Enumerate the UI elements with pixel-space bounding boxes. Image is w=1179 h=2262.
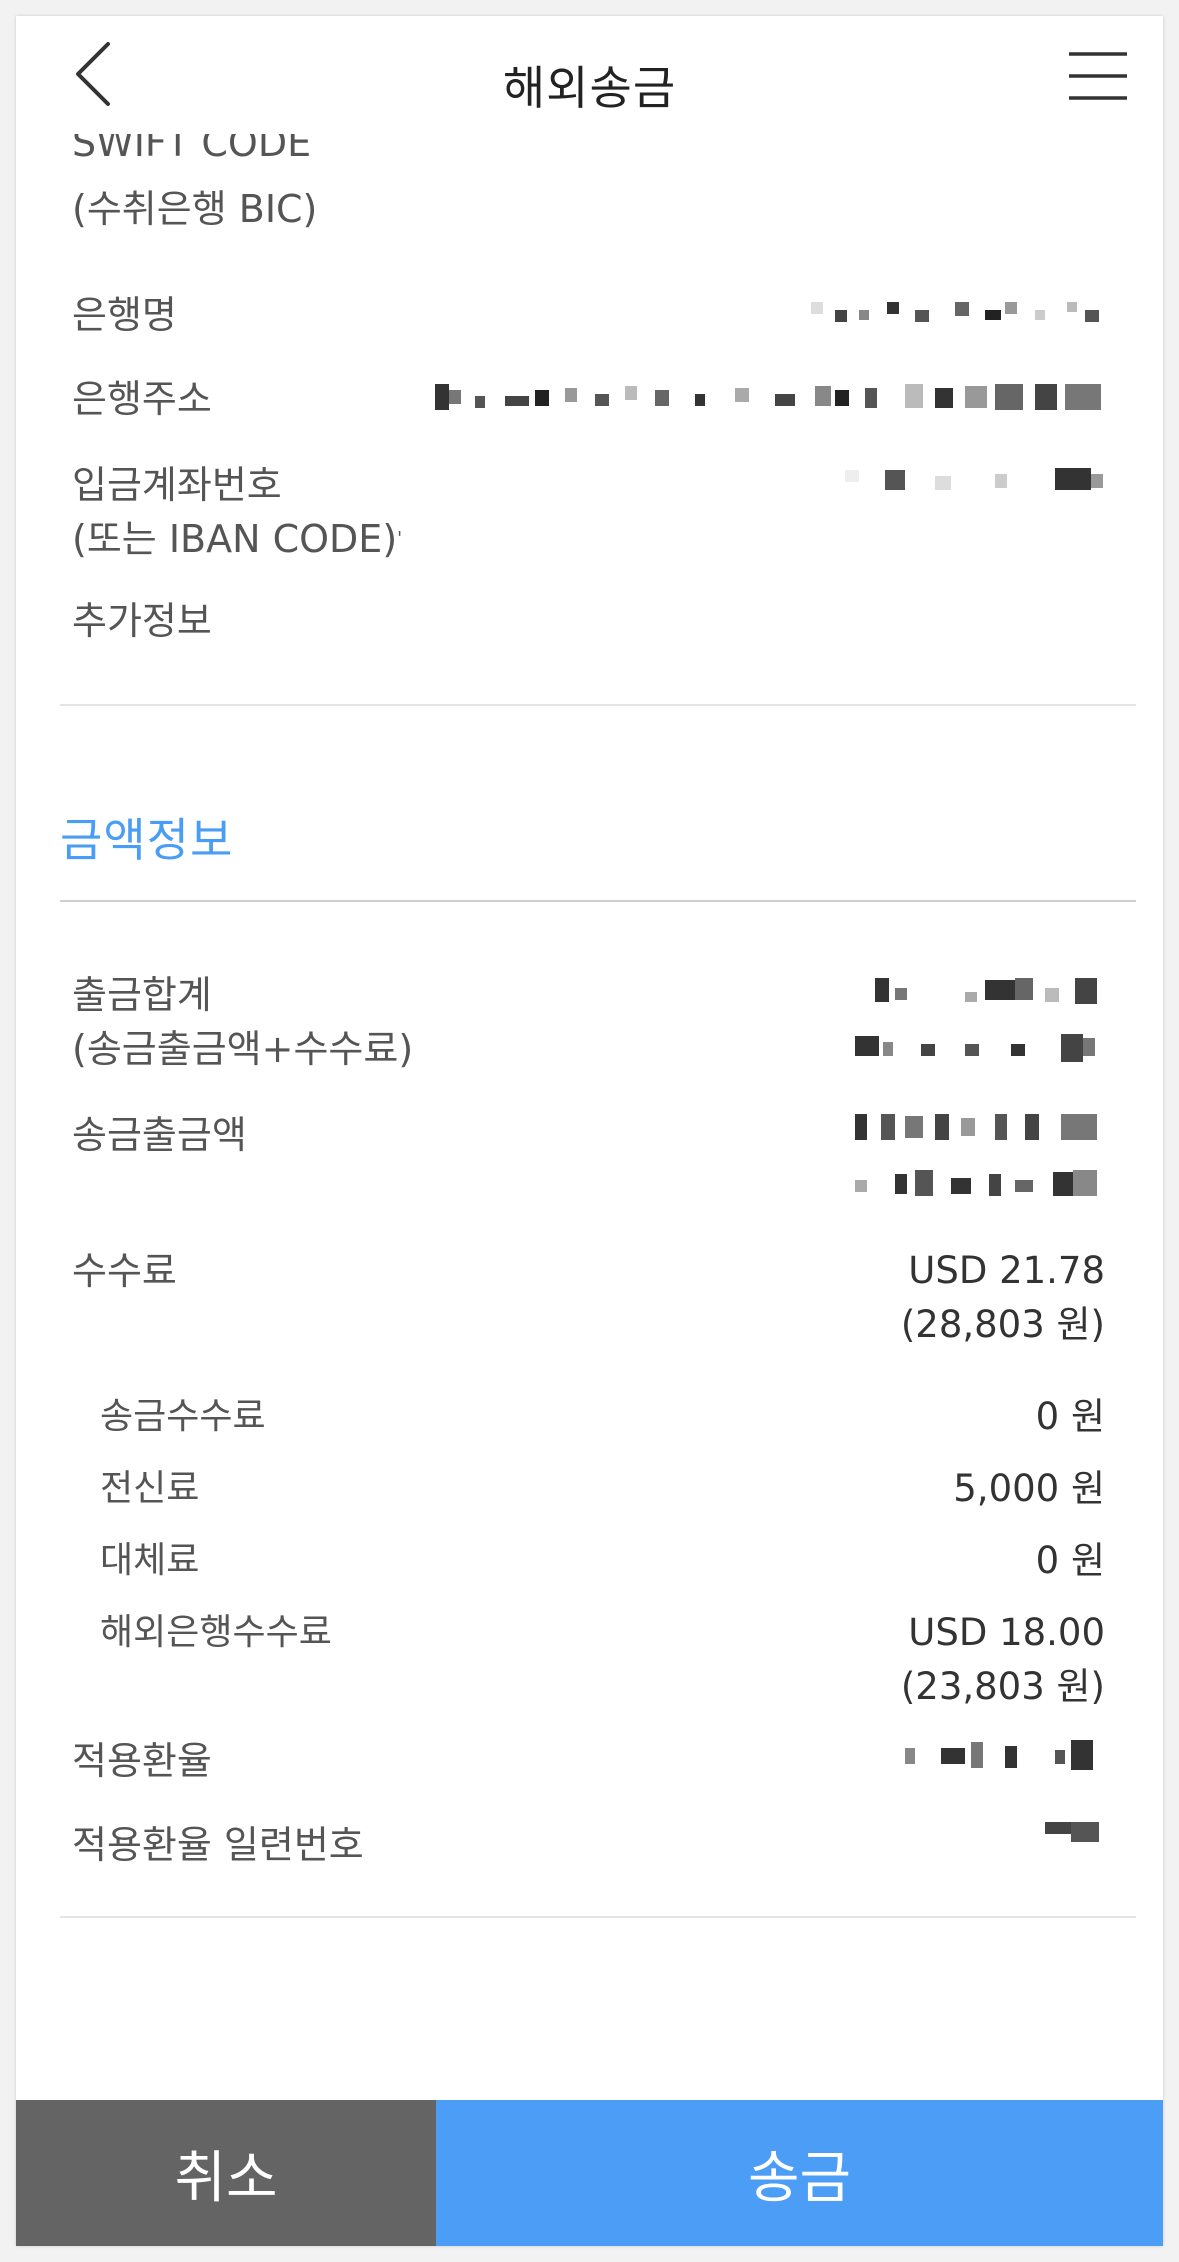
fee-label: 수수료	[72, 1249, 177, 1293]
bank-address-label: 은행주소	[72, 377, 212, 421]
total-withdrawal-value-masked-2	[855, 1030, 1105, 1064]
swift-code-label-sub: (수취은행 BIC)	[72, 187, 318, 231]
account-number-label: 입금계좌번호	[72, 463, 282, 507]
total-withdrawal-value-masked-1	[855, 974, 1105, 1008]
remit-amount-value-masked-2	[855, 1166, 1105, 1200]
section-divider	[60, 704, 1136, 706]
fee-item-label: 송금수수료	[100, 1396, 266, 1437]
remit-amount-value-masked-1	[855, 1110, 1105, 1144]
send-button[interactable]: 송금	[436, 2100, 1163, 2246]
fee-item-label: 전신료	[100, 1468, 200, 1509]
remit-amount-label: 송금출금액	[72, 1113, 247, 1157]
amount-section-title: 금액정보	[60, 813, 234, 867]
fee-value: USD 21.78 (28,803 원)	[900, 1249, 1105, 1346]
fee-item-label: 대체료	[100, 1540, 200, 1581]
applied-rate-value-masked	[905, 1738, 1105, 1772]
menu-button[interactable]	[1063, 40, 1133, 110]
fee-item-value: 0 원	[1035, 1395, 1105, 1438]
applied-rate-label: 적용환율	[72, 1739, 212, 1783]
footnote-mark: '	[397, 528, 403, 549]
account-number-label-sub: (또는 IBAN CODE)'	[72, 517, 403, 561]
fee-item-value: 5,000 원	[953, 1467, 1105, 1510]
top-header: 해외송금	[16, 16, 1163, 134]
fee-item-value: 0 원	[1035, 1539, 1105, 1582]
page-title: 해외송금	[502, 61, 677, 115]
rate-serial-value-masked	[1045, 1820, 1105, 1854]
section-divider	[60, 1916, 1136, 1918]
app-frame: 해외송금 SWIFT CODE (수취은행 BIC) 은행명 은행주소 입금계좌…	[16, 16, 1163, 2246]
fee-item-value: USD 18.00 (23,803 원)	[900, 1611, 1105, 1708]
swift-code-label-partial: SWIFT CODE	[72, 134, 312, 165]
bank-address-value-masked	[435, 380, 1105, 414]
bank-name-label: 은행명	[72, 293, 177, 337]
rate-serial-label: 적용환율 일련번호	[72, 1823, 364, 1867]
account-number-value-masked	[845, 464, 1105, 498]
bottom-action-bar: 취소 송금	[16, 2100, 1163, 2246]
section-title-divider	[60, 900, 1136, 902]
fee-item-label: 해외은행수수료	[100, 1612, 332, 1653]
hamburger-menu-icon	[1069, 52, 1127, 100]
total-withdrawal-label: 출금합계	[72, 973, 212, 1017]
cancel-button[interactable]: 취소	[16, 2100, 436, 2246]
extra-info-label: 추가정보	[72, 599, 212, 643]
total-withdrawal-label-sub: (송금출금액+수수료)	[72, 1027, 414, 1071]
bank-name-value-masked	[805, 296, 1105, 330]
